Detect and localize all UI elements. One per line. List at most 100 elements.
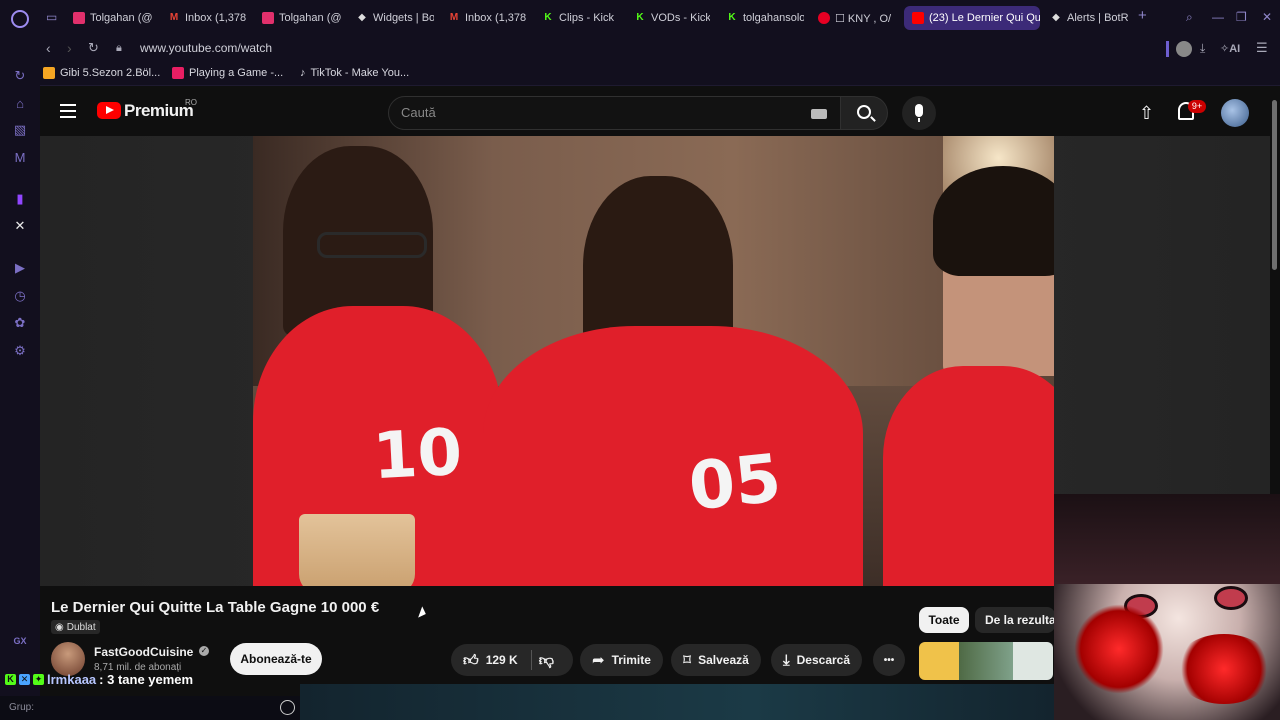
kick-icon: K xyxy=(544,12,552,23)
reload-icon[interactable]: ↻ xyxy=(88,40,99,56)
tab-kick-clips[interactable]: K Clips - Kick xyxy=(542,6,620,30)
create-upload-icon[interactable]: ⇧ xyxy=(1139,104,1154,122)
thumbs-down-icon[interactable]: 👎︎ xyxy=(539,653,554,668)
video-title: Le Dernier Qui Quitte La Table Gagne 10 … xyxy=(51,599,380,616)
jersey-number-center: 05 xyxy=(685,439,785,526)
bookmark-favicon-icon xyxy=(172,67,184,79)
tab-gmail-2[interactable]: M Inbox (1,378 xyxy=(448,6,528,30)
more-actions-button[interactable]: ••• xyxy=(873,644,905,676)
maximize-icon[interactable]: ❐ xyxy=(1236,10,1247,24)
save-button[interactable]: ⌑ Salvează xyxy=(671,644,761,676)
dubbed-person-icon: ◉ xyxy=(55,621,64,633)
scrollbar-thumb[interactable] xyxy=(1272,100,1277,270)
youtube-logo-icon[interactable] xyxy=(97,102,121,119)
recommended-video-thumbnail[interactable] xyxy=(919,642,1053,680)
bookmark-tiktok[interactable]: ♪ TikTok - Make You... xyxy=(300,67,409,79)
chat-message-text: : 3 tane yemem xyxy=(99,671,194,687)
x-twitter-icon[interactable]: ✕ xyxy=(12,218,28,234)
search-input[interactable] xyxy=(401,105,781,120)
account-avatar[interactable] xyxy=(1221,99,1249,127)
youtube-icon xyxy=(912,12,924,24)
tab-label: Clips - Kick xyxy=(559,12,615,24)
tab-instagram-1[interactable]: Tolgahan (@ xyxy=(73,6,155,30)
player-icon[interactable]: ▶ xyxy=(12,260,28,276)
download-label: Descarcă xyxy=(796,653,851,667)
kick-badge-icon: K xyxy=(5,673,16,685)
workspaces-icon[interactable]: ▭ xyxy=(46,10,57,24)
botrix-icon: ◆ xyxy=(1052,12,1060,23)
group-label: Grup: xyxy=(9,702,35,713)
opera-logo-icon[interactable] xyxy=(11,10,29,28)
camera-icon[interactable] xyxy=(280,700,295,715)
jersey-number-left: 10 xyxy=(371,415,464,495)
url-field[interactable]: www.youtube.com/watch xyxy=(140,41,272,55)
region-code: RO xyxy=(185,98,197,107)
minimize-icon[interactable]: — xyxy=(1212,10,1224,24)
easy-setup-menu-icon[interactable]: ☰ xyxy=(1256,40,1268,56)
tab-botrix-widgets[interactable]: ◆ Widgets | Bo xyxy=(356,6,434,30)
share-arrow-icon: ➦ xyxy=(592,651,605,669)
pinterest-icon xyxy=(818,12,830,24)
video-glasses xyxy=(317,232,427,258)
gaming-icon[interactable]: ▧ xyxy=(12,122,28,138)
chip-from-results[interactable]: De la rezultat xyxy=(975,607,1055,633)
tab-youtube-active[interactable]: (23) Le Dernier Qui Qu xyxy=(904,6,1040,30)
tab-label: VODs - Kick xyxy=(651,12,710,24)
video-player[interactable]: 10 05 xyxy=(253,136,1054,586)
thumbs-up-icon[interactable]: 👍︎ xyxy=(463,653,479,668)
tab-kick-vods[interactable]: K VODs - Kick xyxy=(634,6,710,30)
download-icon[interactable]: ⤓ xyxy=(1200,41,1205,56)
refresh-circle-icon[interactable]: ↻ xyxy=(12,68,28,84)
menu-hamburger-icon[interactable] xyxy=(60,104,76,118)
gmail-icon: M xyxy=(169,12,179,23)
tab-search-icon[interactable]: ⌕ xyxy=(1186,10,1193,25)
history-icon[interactable]: ◷ xyxy=(12,288,28,304)
tab-instagram-2[interactable]: Tolgahan (@ xyxy=(262,6,342,30)
dubbed-label: Dublat xyxy=(66,621,96,633)
bookmark-label: TikTok - Make You... xyxy=(310,67,410,79)
anime-red-flame-left xyxy=(1074,604,1164,694)
page-scrollbar[interactable] xyxy=(1270,86,1280,486)
profile-icon[interactable] xyxy=(1176,41,1192,57)
voice-search-button[interactable] xyxy=(902,96,936,130)
chip-all[interactable]: Toate xyxy=(919,607,969,633)
search-box xyxy=(388,96,842,130)
settings-gear-icon[interactable]: ⚙ xyxy=(12,343,28,359)
messenger-icon[interactable]: M xyxy=(12,150,28,166)
moderator-badge-icon: ✕ xyxy=(19,673,30,685)
botrix-icon: ◆ xyxy=(358,12,366,23)
shopping-icon[interactable]: ⌂ xyxy=(12,96,28,112)
dubbed-badge[interactable]: ◉ Dublat xyxy=(51,620,100,634)
close-window-icon[interactable]: ✕ xyxy=(1262,10,1272,24)
tab-label: (23) Le Dernier Qui Qu xyxy=(929,12,1040,24)
share-button[interactable]: ➦ Trimite xyxy=(580,644,663,676)
new-tab-plus-icon[interactable]: + xyxy=(1138,7,1147,24)
download-button[interactable]: ⤓ Descarcă xyxy=(771,644,863,676)
bookmark-gibi[interactable]: Gibi 5.Sezon 2.Böl... xyxy=(43,67,160,79)
search-button[interactable] xyxy=(840,96,888,130)
back-arrow-icon[interactable]: ‹ xyxy=(46,40,51,56)
bookmark-favicon-icon xyxy=(43,67,55,79)
channel-name[interactable]: FastGoodCuisine xyxy=(94,645,193,659)
keyboard-icon[interactable] xyxy=(811,109,827,119)
like-count[interactable]: 129 K xyxy=(486,653,518,667)
forward-arrow-icon[interactable]: › xyxy=(67,40,72,56)
tab-kick-channel[interactable]: K tolgahansolo xyxy=(726,6,804,30)
gx-control-label[interactable]: GX xyxy=(12,633,28,649)
bookmark-save-icon: ⌑ xyxy=(683,651,692,669)
tab-gmail-1[interactable]: M Inbox (1,378 xyxy=(168,6,248,30)
tab-label: Tolgahan (@ xyxy=(279,12,342,24)
twitch-icon[interactable]: ▮ xyxy=(12,191,28,207)
bookmark-label: Playing a Game -... xyxy=(189,67,284,79)
bookmark-playing-a-game[interactable]: Playing a Game -... xyxy=(172,67,283,79)
youtube-premium-brand[interactable]: Premium xyxy=(124,101,194,121)
subscribe-button[interactable]: Abonează-te xyxy=(230,643,322,675)
notification-count-badge: 9+ xyxy=(1188,100,1206,113)
extensions-icon[interactable]: ✿ xyxy=(12,315,28,331)
group-input-bar: Grup: xyxy=(0,696,300,720)
browser-sidebar: ↻ ⌂ ▧ M ▮ ✕ ▶ ◷ ✿ ⚙ GX xyxy=(0,0,40,720)
tab-label: ☐ KNY , O/ xyxy=(835,12,892,25)
tab-botrix-alerts[interactable]: ◆ Alerts | BotR xyxy=(1050,6,1130,30)
aria-ai-button[interactable]: ✧AI xyxy=(1220,42,1240,55)
tab-pinterest[interactable]: ☐ KNY , O/ xyxy=(818,6,898,30)
